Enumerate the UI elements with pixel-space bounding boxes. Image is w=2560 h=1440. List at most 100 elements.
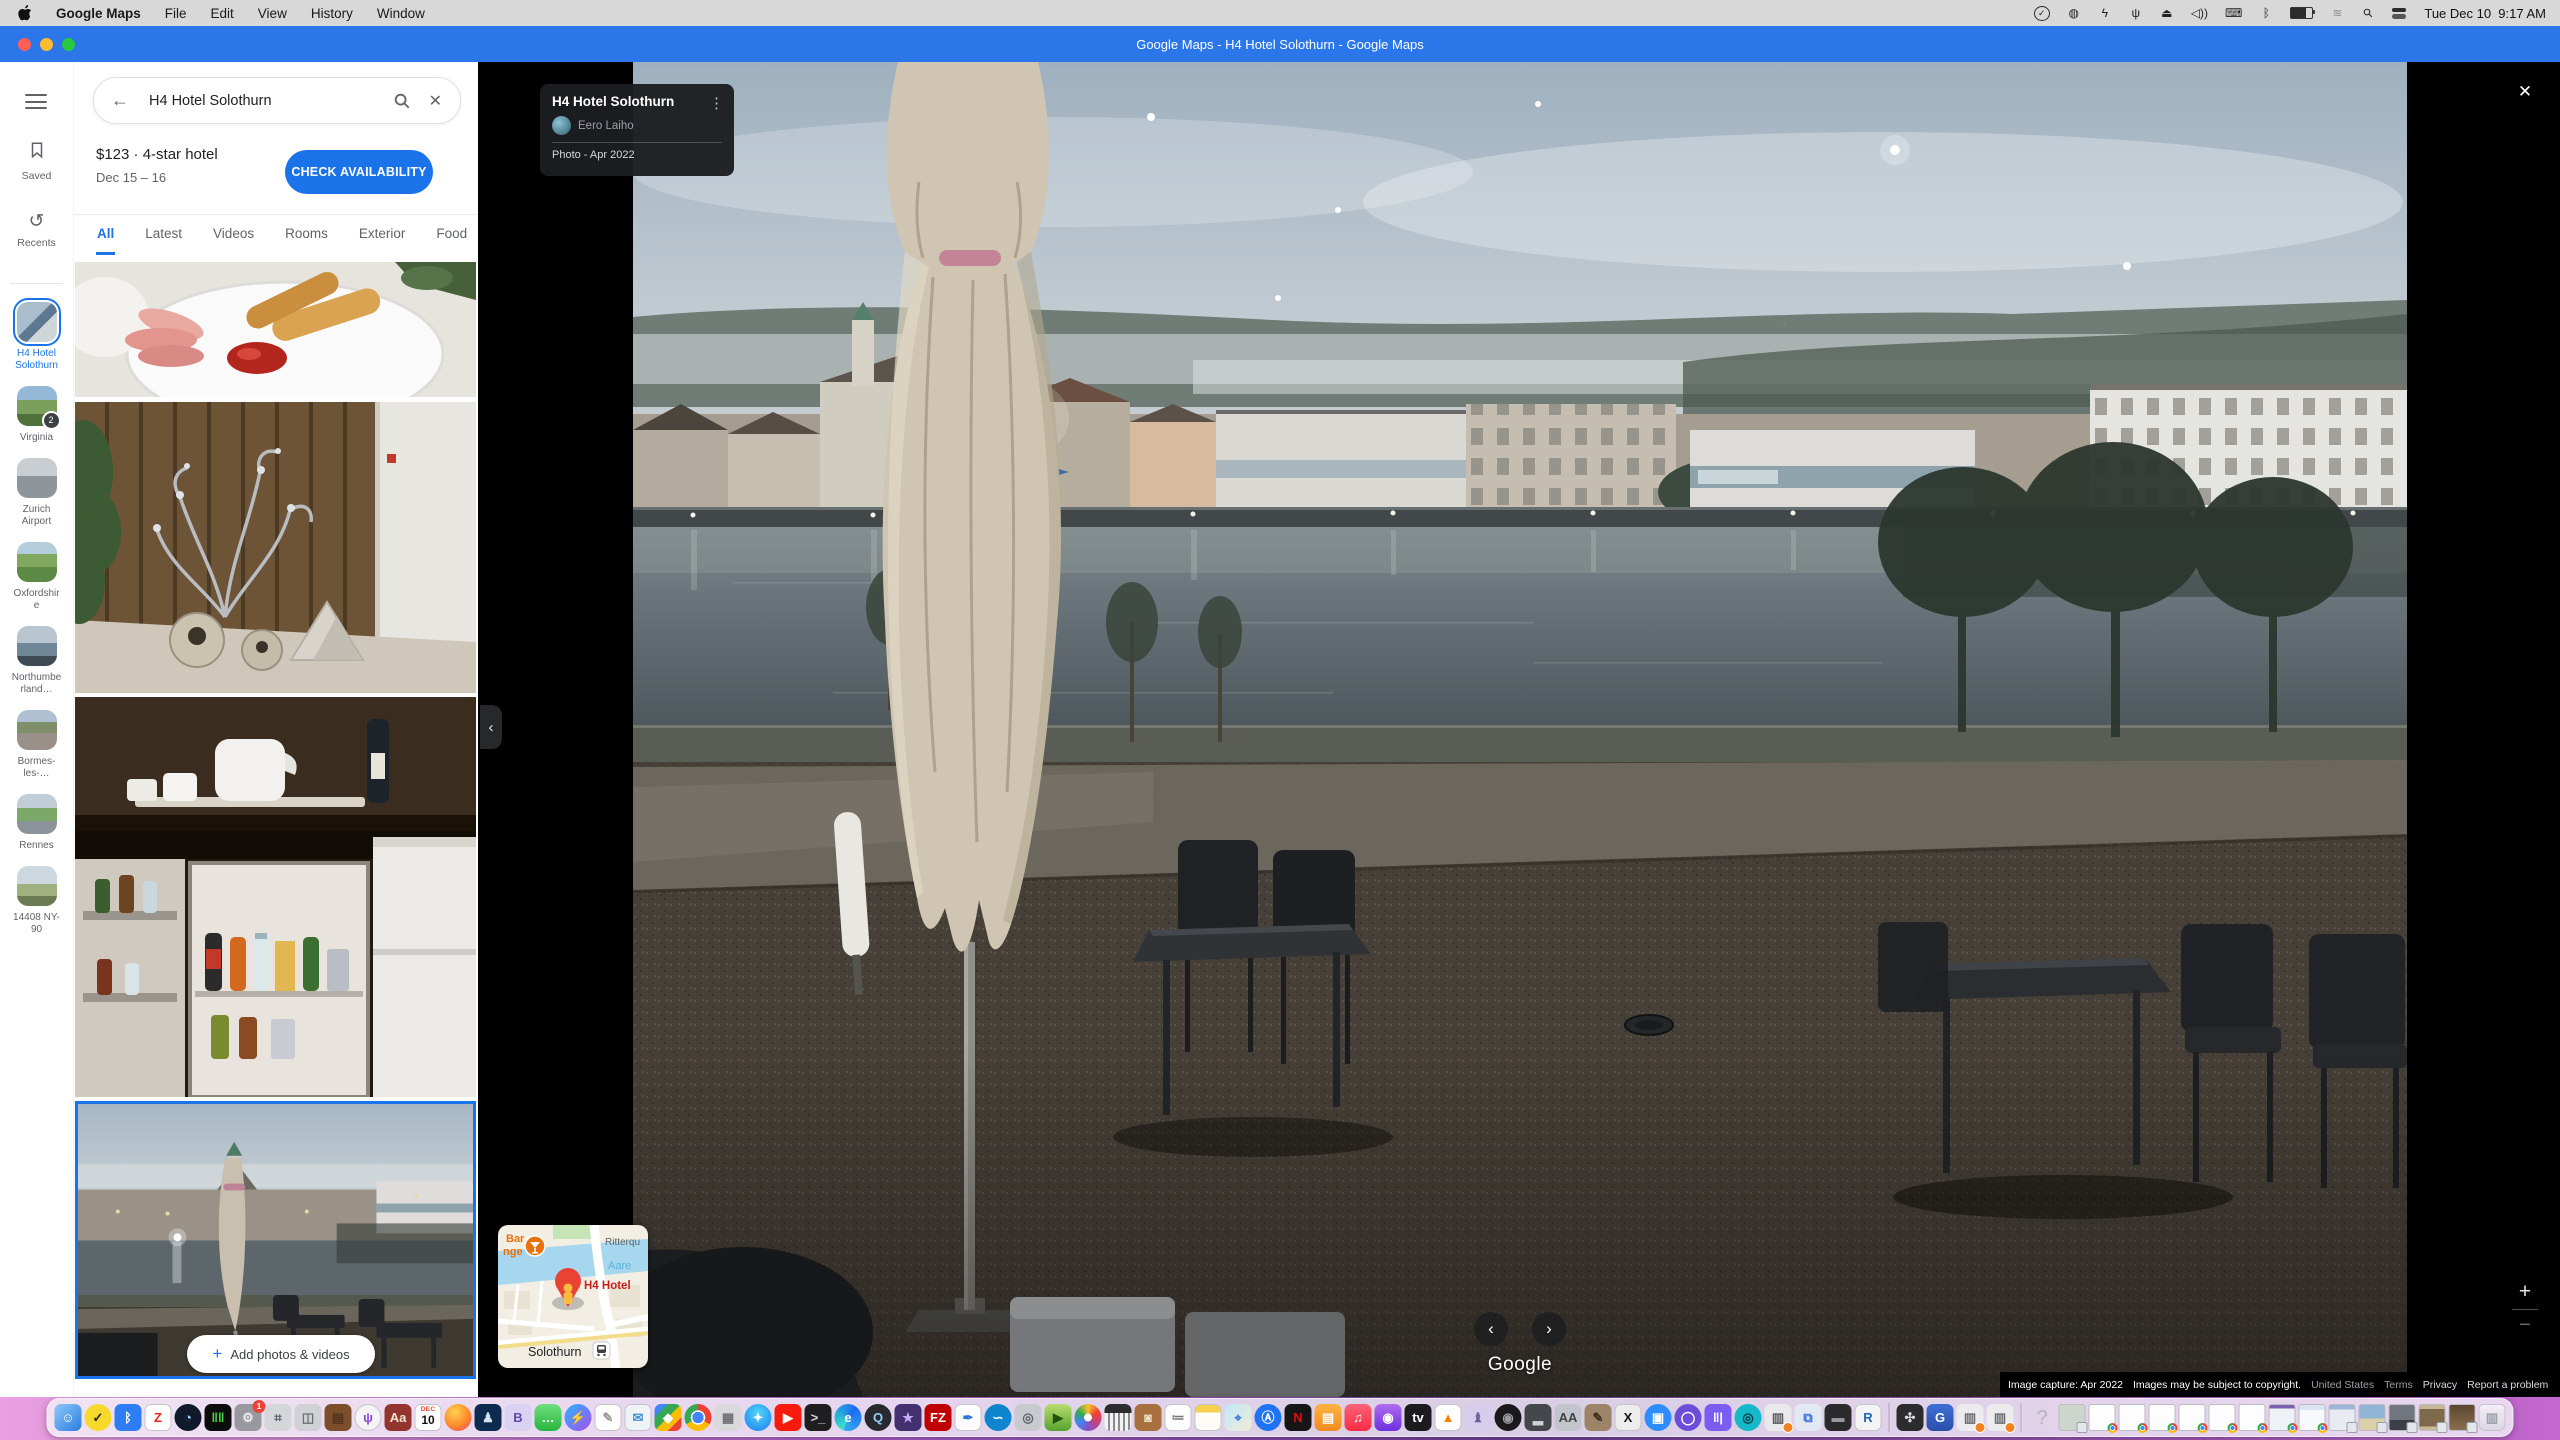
dock-icon-speedtest[interactable]: ◔ — [175, 1404, 202, 1431]
status-bluetooth-icon[interactable]: ᛒ — [2259, 5, 2273, 21]
dock-icon-window-people[interactable] — [2389, 1404, 2416, 1431]
dock-icon-podcasts[interactable]: ◉ — [1375, 1404, 1402, 1431]
status-control-center-icon[interactable] — [2392, 8, 2407, 19]
dock-icon-apple-tv[interactable]: tv — [1405, 1404, 1432, 1431]
collapse-panel-button[interactable]: ‹ — [480, 705, 502, 749]
thumbnail-minibar[interactable] — [75, 697, 476, 1097]
dock-icon-reminders[interactable]: ≔ — [1165, 1404, 1192, 1431]
dock-icon-zinio[interactable]: Z — [145, 1404, 172, 1431]
tab-all[interactable]: All — [96, 215, 115, 255]
dock-icon-terminal[interactable]: >_ — [805, 1404, 832, 1431]
status-flash-icon[interactable]: ϟ — [2098, 5, 2112, 21]
search-icon[interactable] — [393, 92, 411, 110]
dock-icon-trash[interactable]: ▥ — [2479, 1404, 2506, 1431]
dock-icon-apple-maps[interactable]: ⌖ — [1225, 1404, 1252, 1431]
dock-icon-vlc[interactable]: ▲ — [1435, 1404, 1462, 1431]
attribution-link-report-a-problem[interactable]: Report a problem — [2467, 1379, 2548, 1391]
menu-item-file[interactable]: File — [165, 6, 187, 21]
dock-icon-printer-a[interactable]: ▥ — [1765, 1404, 1792, 1431]
status-battery-icon[interactable] — [2290, 7, 2313, 19]
dock-icon-quill-app[interactable]: ✒ — [955, 1404, 982, 1431]
menu-bar-clock[interactable]: Tue Dec 10 9:17 AM — [2424, 6, 2546, 21]
close-viewer-button[interactable]: ✕ — [2510, 77, 2540, 107]
previous-photo-button[interactable]: ‹ — [1474, 1312, 1508, 1346]
dock-icon-bibdesk[interactable]: B — [505, 1404, 532, 1431]
apple-menu-icon[interactable] — [18, 5, 32, 21]
dock-icon-scanner[interactable]: ▬ — [1825, 1404, 1852, 1431]
dock-icon-window-sheet[interactable] — [2269, 1404, 2296, 1431]
dock-icon-zoom-app[interactable]: ▣ — [1645, 1404, 1672, 1431]
dock-icon-usb-tool[interactable]: ψ — [355, 1404, 382, 1431]
dock-icon-garageband[interactable] — [1105, 1404, 1132, 1431]
dock-icon-finder[interactable]: ☺ — [55, 1404, 82, 1431]
dock-icon-chrome-page-1[interactable] — [2089, 1404, 2116, 1431]
dock-icon-filezilla[interactable]: FZ — [925, 1404, 952, 1431]
dock-icon-webcam-app[interactable]: ◎ — [1735, 1404, 1762, 1431]
dock-icon-printer-c[interactable]: ▥ — [1987, 1404, 2014, 1431]
dock-icon-vinyl[interactable]: ◉ — [1495, 1404, 1522, 1431]
dock-icon-chrome-page-6[interactable] — [2239, 1404, 2266, 1431]
sidebar-item-recents[interactable]: ↺ Recents — [0, 212, 73, 249]
tab-food[interactable]: Food — [435, 215, 468, 255]
dock-icon-openoffice[interactable]: ∽ — [985, 1404, 1012, 1431]
dock-icon-chrome-page-4[interactable] — [2179, 1404, 2206, 1431]
dock-icon-window-map[interactable] — [2059, 1404, 2086, 1431]
tab-videos[interactable]: Videos — [212, 215, 255, 255]
photo-author[interactable]: Eero Laiho — [578, 120, 634, 132]
thumbnail-food-plate[interactable] — [75, 262, 476, 397]
dock-icon-xquartz[interactable]: X — [1615, 1404, 1642, 1431]
dock-icon-ring-app[interactable]: ◯ — [1675, 1404, 1702, 1431]
rail-place-bormes-les[interactable]: Bormes- les-… — [0, 710, 73, 780]
dock-icon-chrome-page-5[interactable] — [2209, 1404, 2236, 1431]
dock-icon-statue-app[interactable]: ♝ — [1465, 1404, 1492, 1431]
rail-place-virginia[interactable]: 2 Virginia — [0, 386, 73, 444]
dock-icon-quicktime[interactable]: Q — [865, 1404, 892, 1431]
thumbnail-riverside-selected[interactable]: + Add photos & videos — [75, 1101, 476, 1379]
dock-icon-dvd-player[interactable]: ◎ — [1015, 1404, 1042, 1431]
tab-rooms[interactable]: Rooms — [284, 215, 329, 255]
search-box[interactable]: ← ✕ — [93, 77, 461, 124]
rail-place-rennes[interactable]: Rennes — [0, 794, 73, 852]
dock-icon-leather-utility[interactable]: ▤ — [325, 1404, 352, 1431]
dock-icon-calendar[interactable]: DEC 10 — [415, 1404, 442, 1431]
dock-icon-disk-utility[interactable]: ◫ — [295, 1404, 322, 1431]
dock-icon-notes[interactable] — [1195, 1404, 1222, 1431]
dock-icon-safari[interactable]: ✦ — [745, 1404, 772, 1431]
active-app-name[interactable]: Google Maps — [56, 6, 141, 21]
dock-icon-mail[interactable]: ✉ — [625, 1404, 652, 1431]
dock-icon-home-g-app[interactable]: G — [1927, 1404, 1954, 1431]
menu-item-view[interactable]: View — [258, 6, 287, 21]
status-wifi-icon[interactable]: ≋ — [2330, 5, 2344, 21]
dock-icon-google-maps[interactable]: ◆ — [655, 1404, 682, 1431]
attribution-link-privacy[interactable]: Privacy — [2423, 1379, 2457, 1391]
menu-item-window[interactable]: Window — [377, 6, 425, 21]
dock-icon-youtube[interactable]: ▶ — [775, 1404, 802, 1431]
status-input-source-icon[interactable]: ⌨ — [2225, 5, 2242, 21]
status-sync-icon[interactable]: ✓ — [2034, 6, 2050, 21]
clear-search-icon[interactable]: ✕ — [429, 91, 442, 111]
tab-latest[interactable]: Latest — [144, 215, 183, 255]
dock-icon-photos[interactable] — [1075, 1404, 1102, 1431]
dock-icon-font-book[interactable]: AA — [1555, 1404, 1582, 1431]
attribution-link-united-states[interactable]: United States — [2311, 1379, 2374, 1391]
main-photo[interactable] — [633, 62, 2407, 1397]
more-options-icon[interactable]: ⋮ — [709, 94, 724, 112]
dock-icon-video-converter[interactable]: ▶ — [1045, 1404, 1072, 1431]
dock-icon-print-center[interactable]: ⧉ — [1795, 1404, 1822, 1431]
dock-icon-task-check[interactable]: ✓ — [85, 1404, 112, 1431]
status-audio-app-icon[interactable]: ◍ — [2067, 5, 2081, 21]
dock-icon-missing-app[interactable]: ? — [2029, 1404, 2056, 1431]
thumbnail-lobby-decoration[interactable] — [75, 402, 476, 693]
dock-icon-equalizer[interactable]: ‖‖ — [205, 1404, 232, 1431]
search-input[interactable] — [147, 92, 393, 110]
dock-icon-window-doc[interactable] — [2329, 1404, 2356, 1431]
menu-item-edit[interactable]: Edit — [211, 6, 234, 21]
tab-exterior[interactable]: Exterior — [358, 215, 407, 255]
dock-icon-disk-doctor[interactable]: ⌗ — [265, 1404, 292, 1431]
zoom-in-button[interactable]: + — [2519, 1280, 2531, 1304]
status-volume-icon[interactable]: ◁)) — [2191, 5, 2208, 21]
status-usb-icon[interactable]: ψ — [2129, 5, 2143, 21]
dock-icon-music[interactable]: ♫ — [1345, 1404, 1372, 1431]
mini-map[interactable]: Bar nge Ritterqu Aare H4 Hotel Solothurn — [498, 1225, 648, 1368]
dock-icon-image-viewer[interactable]: ▦ — [715, 1404, 742, 1431]
